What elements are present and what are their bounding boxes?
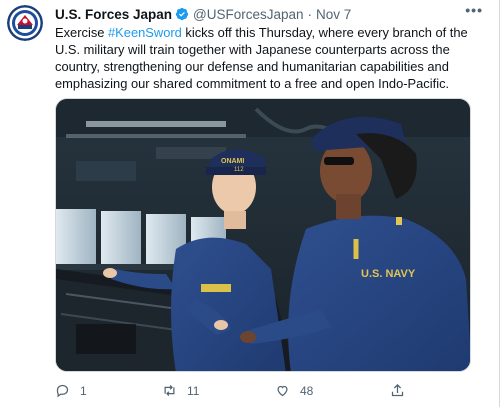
sailors-on-ship-bridge-image: ONAMI 112 U.S. NAVY [56,99,470,371]
shirt-text: U.S. NAVY [361,268,416,280]
retweet-button[interactable]: 11 [162,383,199,398]
tweet-actions: 1 11 48 [55,383,475,403]
reply-button[interactable]: 1 [55,383,87,398]
author-handle[interactable]: @USForcesJapan [193,7,304,22]
like-button[interactable]: 48 [275,383,313,398]
retweet-count: 11 [187,383,200,398]
reply-count: 1 [80,383,87,398]
share-button[interactable] [390,383,405,398]
verified-badge-icon [175,7,189,21]
tweet-card[interactable]: U.S. Forces Japan @USForcesJapan · Nov 7… [0,0,500,407]
separator-dot: · [307,6,313,22]
cap-number: 112 [234,167,244,173]
usfj-seal-icon [7,5,43,41]
hashtag-link[interactable]: #KeenSword [108,25,182,40]
cap-text: ONAMI [221,158,244,165]
more-options-icon[interactable]: ••• [465,2,483,18]
retweet-icon [164,385,175,396]
tweet-text: Exercise #KeenSword kicks off this Thurs… [55,24,470,92]
heart-icon [277,385,288,397]
reply-icon [56,384,69,398]
tweet-photo[interactable]: ONAMI 112 U.S. NAVY [55,98,471,372]
share-icon [391,383,404,397]
tweet-text-start: Exercise [55,25,109,40]
avatar[interactable] [7,5,43,41]
author-name[interactable]: U.S. Forces Japan [55,7,172,22]
tweet-header: U.S. Forces Japan @USForcesJapan · Nov 7 [55,4,479,24]
like-count: 48 [300,383,314,398]
tweet-date[interactable]: Nov 7 [316,7,351,22]
